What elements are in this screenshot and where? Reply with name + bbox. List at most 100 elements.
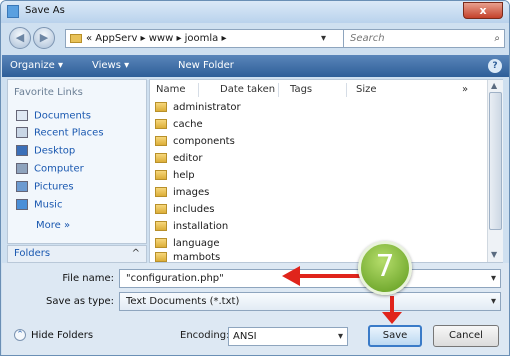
file-name: images [173,187,210,198]
list-item[interactable]: includes [155,204,214,220]
views-button[interactable]: Views ▾ [92,60,129,71]
save-as-type-select[interactable]: Text Documents (*.txt) ▾ [119,292,501,311]
more-link[interactable]: More » [36,220,70,231]
favorite-links-header: Favorite Links [14,87,83,98]
save-as-type-label: Save as type: [46,296,114,307]
folder-icon [155,252,167,262]
file-name: cache [173,119,203,130]
folders-label: Folders [14,248,51,259]
address-bar[interactable]: « AppServ ▸ www ▸ joomla ▸ ▾ [65,29,347,48]
pictures-icon [16,181,28,192]
list-item[interactable]: help [155,170,195,186]
nav-item-recent-places[interactable]: Recent Places [16,127,104,139]
file-name: administrator [173,102,241,113]
list-item[interactable]: installation [155,221,228,237]
new-folder-button[interactable]: New Folder [178,60,234,71]
folder-icon [155,102,167,112]
file-list: Name Date taken Tags Size » administrato… [149,79,503,263]
list-item[interactable]: editor [155,153,202,169]
search-icon[interactable]: ⌕ [494,30,500,47]
toolbar: Organize ▾ Views ▾ New Folder ? [2,55,509,77]
nav-item-pictures[interactable]: Pictures [16,181,74,193]
file-name-label: File name: [62,273,114,284]
vertical-scrollbar[interactable]: ▲ ▼ [487,80,503,262]
folder-icon [155,153,167,163]
nav-label: Computer [34,163,84,175]
column-header-date-taken[interactable]: Date taken [220,84,275,95]
folder-icon [155,238,167,248]
cancel-button[interactable]: Cancel [433,325,499,347]
nav-item-desktop[interactable]: Desktop [16,145,75,157]
desktop-icon [16,145,28,156]
list-item[interactable]: components [155,136,235,152]
breadcrumb: « AppServ ▸ www ▸ joomla ▸ [86,33,227,44]
nav-label: Recent Places [34,127,104,139]
column-divider[interactable] [346,83,347,97]
scroll-down-icon[interactable]: ▼ [491,250,497,259]
back-button[interactable]: ◀ [9,27,31,49]
chevron-up-icon: ⌃ [14,329,26,341]
list-item[interactable]: cache [155,119,203,135]
column-header-size[interactable]: Size [356,84,377,95]
title-bar: Save As x [1,1,509,23]
help-icon[interactable]: ? [488,59,502,73]
encoding-value: ANSI [233,331,257,342]
file-name-value: "configuration.php" [126,273,224,284]
folder-icon [155,136,167,146]
chevron-down-icon[interactable]: ▾ [338,328,343,345]
file-name: components [173,136,235,147]
step-callout: 7 [358,241,412,295]
nav-label: Documents [34,110,92,122]
organize-button[interactable]: Organize ▾ [10,60,63,71]
computer-icon [16,163,28,174]
folder-icon [155,170,167,180]
folders-toggle[interactable]: Folders ^ [7,245,147,263]
scrollbar-thumb[interactable] [489,92,502,230]
column-header-name[interactable]: Name [156,84,186,95]
nav-item-documents[interactable]: Documents [16,110,91,122]
file-name: includes [173,204,215,215]
column-divider[interactable] [198,83,199,97]
folder-icon [155,187,167,197]
file-name: editor [173,153,203,164]
folder-icon [155,221,167,231]
file-name: mambots [173,252,221,262]
documents-icon [16,110,28,121]
file-name: language [173,238,220,249]
list-item[interactable]: administrator [155,102,241,118]
column-divider[interactable] [278,83,279,97]
save-form: File name: "configuration.php" ▾ Save as … [2,263,509,355]
list-item[interactable]: mambots [155,252,220,262]
file-name: help [173,170,195,181]
encoding-select[interactable]: ANSI ▾ [228,327,348,346]
navigation-pane: Favorite Links Documents Recent Places D… [7,79,147,244]
list-item[interactable]: images [155,187,209,203]
more-columns-icon[interactable]: » [462,84,468,95]
file-name-field[interactable]: "configuration.php" ▾ [119,269,501,288]
column-header-tags[interactable]: Tags [290,84,312,95]
address-bar-row: ◀ ▶ « AppServ ▸ www ▸ joomla ▸ ▾ ↻ Searc… [7,25,505,53]
chevron-up-icon: ^ [131,248,140,259]
nav-label: Music [34,199,63,211]
search-input[interactable]: Search ⌕ [343,29,505,48]
close-button[interactable]: x [463,2,503,19]
music-icon [16,199,28,210]
forward-button[interactable]: ▶ [33,27,55,49]
file-name: installation [173,221,229,232]
recent-places-icon [16,127,28,138]
chevron-down-icon[interactable]: ▾ [491,293,496,310]
nav-label: Pictures [34,181,74,193]
save-as-dialog: Save As x ◀ ▶ « AppServ ▸ www ▸ joomla ▸… [0,0,510,356]
search-placeholder: Search [350,33,385,44]
scroll-up-icon[interactable]: ▲ [491,81,497,90]
folder-icon [155,119,167,129]
hide-folders-button[interactable]: ⌃ Hide Folders [14,329,93,341]
nav-item-music[interactable]: Music [16,199,62,211]
nav-label: Desktop [34,145,76,157]
save-button[interactable]: Save [368,325,422,347]
folder-icon [155,204,167,214]
save-as-type-value: Text Documents (*.txt) [126,296,240,307]
chevron-down-icon[interactable]: ▾ [321,30,326,47]
chevron-down-icon[interactable]: ▾ [491,270,496,287]
nav-item-computer[interactable]: Computer [16,163,84,175]
